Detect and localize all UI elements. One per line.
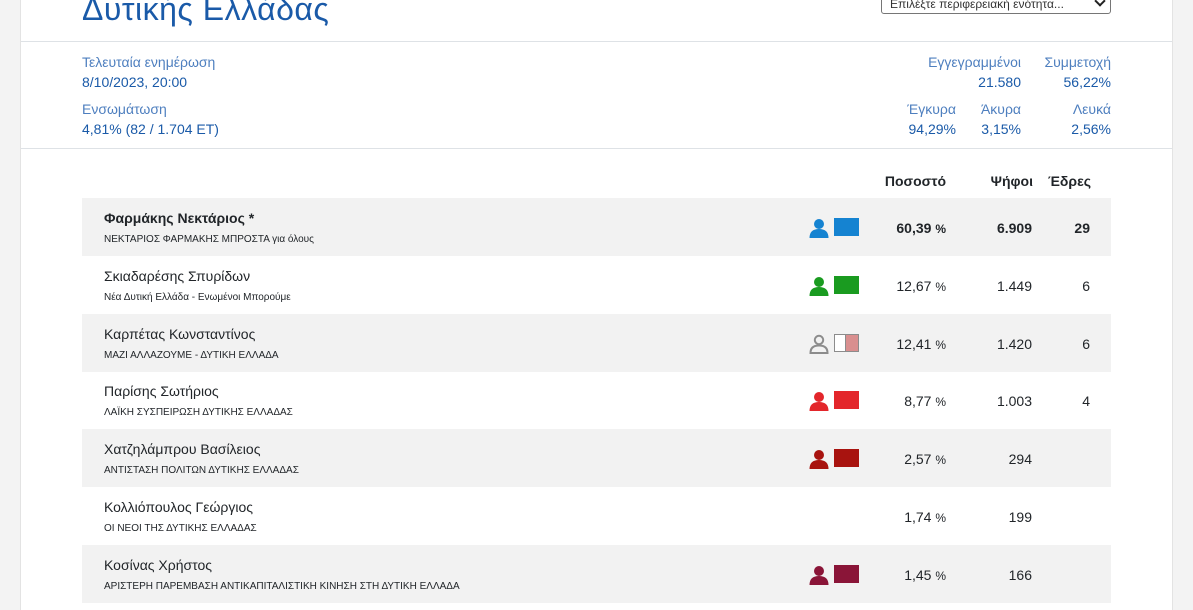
candidate-name: Φαρμάκης Νεκτάριος *	[104, 210, 255, 226]
chevron-down-icon	[1094, 0, 1106, 7]
turnout-value: 56,22%	[1063, 74, 1111, 90]
table-row[interactable]: Χατζηλάμπρου Βασίλειος ΑΝΤΙΣΤΑΣΗ ΠΟΛΙΤΩΝ …	[82, 429, 1111, 488]
candidate-seats: 6	[1082, 277, 1090, 294]
table-row[interactable]: Κοσίνας Χρήστος ΑΡΙΣΤΕΡΗ ΠΑΡΕΜΒΑΣΗ ΑΝΤΙΚΑ…	[82, 544, 1111, 603]
person-icon	[809, 392, 829, 412]
registered-value: 21.580	[978, 74, 1021, 90]
valid-value: 94,29%	[908, 121, 956, 137]
candidate-votes: 1.449	[996, 277, 1032, 294]
candidate-name: Παρίσης Σωτήριος	[104, 383, 219, 400]
candidate-percent: 1,45 %	[904, 566, 946, 583]
results-card: Δυτικής Ελλάδας Επιλέξτε περιφερειακή εν…	[20, 0, 1173, 610]
table-row[interactable]: Καρπέτας Κωνσταντίνος ΜΑΖΙ ΑΛΛΑΖΟΥΜΕ - ΔΥ…	[82, 313, 1111, 372]
table-row[interactable]: Φαρμάκης Νεκτάριος * ΝΕΚΤΑΡΙΟΣ ΦΑΡΜΑΚΗΣ Μ…	[82, 198, 1111, 256]
divider	[21, 41, 1172, 42]
candidate-votes: 166	[1008, 566, 1032, 583]
candidate-votes: 1.420	[996, 335, 1032, 352]
candidate-percent: 2,57 %	[904, 451, 946, 468]
column-header-percent: Ποσοστό	[884, 173, 946, 189]
candidate-seats: 6	[1082, 335, 1090, 352]
person-icon	[809, 219, 829, 238]
invalid-value: 3,15%	[981, 121, 1021, 137]
turnout-label: Συμμετοχή	[1044, 54, 1111, 70]
candidate-percent: 12,41 %	[896, 335, 946, 352]
column-header-votes: Ψήφοι	[990, 173, 1033, 189]
candidate-seats: 4	[1082, 393, 1090, 410]
region-unit-select-value: Επιλέξτε περιφερειακή ενότητα...	[890, 0, 1064, 11]
blank-label: Λευκά	[1072, 101, 1111, 117]
person-icon	[809, 450, 829, 470]
candidate-name: Κολλιόπουλος Γεώργιος	[104, 499, 253, 515]
party-color-swatch	[834, 564, 859, 583]
table-row[interactable]: Κολλιόπουλος Γεώργιος ΟΙ ΝΕΟΙ ΤΗΣ ΔΥΤΙΚΗΣ…	[82, 487, 1111, 545]
registered-label: Εγγεγραμμένοι	[928, 54, 1021, 70]
candidate-votes: 294	[1008, 451, 1032, 468]
candidate-party: ΟΙ ΝΕΟΙ ΤΗΣ ΔΥΤΙΚΗΣ ΕΛΛΑΔΑΣ	[104, 523, 257, 534]
candidate-percent: 8,77 %	[904, 393, 946, 410]
table-row[interactable]: Σκιαδαρέσης Σπυρίδων Νέα Δυτική Ελλάδα - …	[82, 256, 1111, 314]
candidate-name: Καρπέτας Κωνσταντίνος	[104, 325, 256, 342]
divider	[21, 148, 1172, 149]
last-update-value: 8/10/2023, 20:00	[82, 74, 188, 90]
party-color-swatch	[834, 449, 859, 468]
party-color-swatch	[834, 333, 859, 352]
candidate-percent: 12,67 %	[896, 277, 946, 294]
person-icon	[809, 276, 829, 296]
last-update-label: Τελευταία ενημέρωση	[82, 54, 216, 70]
person-icon	[809, 334, 829, 354]
candidate-party: Νέα Δυτική Ελλάδα - Ενωμένοι Μπορούμε	[104, 291, 291, 303]
person-icon	[809, 565, 829, 585]
candidate-percent: 60,39 %	[896, 220, 946, 236]
valid-label: Έγκυρα	[907, 101, 956, 117]
integration-label: Ενσωμάτωση	[82, 101, 167, 117]
candidate-votes: 6.909	[996, 220, 1032, 236]
candidate-seats: 29	[1074, 220, 1090, 236]
candidate-votes: 1.003	[996, 393, 1032, 410]
table-row[interactable]: Παρίσης Σωτήριος ΛΑΪΚΗ ΣΥΣΠΕΙΡΩΣΗ ΔΥΤΙΚΗΣ…	[82, 371, 1111, 429]
candidate-votes: 199	[1008, 509, 1032, 525]
candidate-party: ΝΕΚΤΑΡΙΟΣ ΦΑΡΜΑΚΗΣ ΜΠΡΟΣΤΑ για όλους	[104, 234, 314, 245]
candidate-name: Σκιαδαρέσης Σπυρίδων	[104, 267, 251, 284]
candidate-party: ΑΡΙΣΤΕΡΗ ΠΑΡΕΜΒΑΣΗ ΑΝΤΙΚΑΠΙΤΑΛΙΣΤΙΚΗ ΚΙΝ…	[104, 580, 460, 592]
invalid-label: Άκυρα	[980, 101, 1021, 117]
region-unit-select[interactable]: Επιλέξτε περιφερειακή ενότητα...	[881, 0, 1111, 14]
page-title: Δυτικής Ελλάδας	[82, 0, 330, 27]
party-color-swatch	[834, 218, 859, 236]
candidate-party: ΑΝΤΙΣΤΑΣΗ ΠΟΛΙΤΩΝ ΔΥΤΙΚΗΣ ΕΛΛΑΔΑΣ	[104, 465, 299, 477]
candidate-name: Κοσίνας Χρήστος	[104, 556, 213, 573]
party-color-swatch	[834, 391, 859, 410]
candidate-name: Χατζηλάμπρου Βασίλειος	[104, 441, 261, 458]
column-header-seats: Έδρες	[1047, 173, 1091, 189]
candidate-percent: 1,74 %	[904, 509, 946, 525]
candidate-party: ΛΑΪΚΗ ΣΥΣΠΕΙΡΩΣΗ ΔΥΤΙΚΗΣ ΕΛΛΑΔΑΣ	[104, 407, 293, 419]
blank-value: 2,56%	[1071, 121, 1111, 137]
party-color-swatch	[834, 275, 859, 294]
candidate-party: ΜΑΖΙ ΑΛΛΑΖΟΥΜΕ - ΔΥΤΙΚΗ ΕΛΛΑΔΑ	[104, 349, 279, 361]
integration-value: 4,81% (82 / 1.704 ΕΤ)	[82, 121, 219, 137]
